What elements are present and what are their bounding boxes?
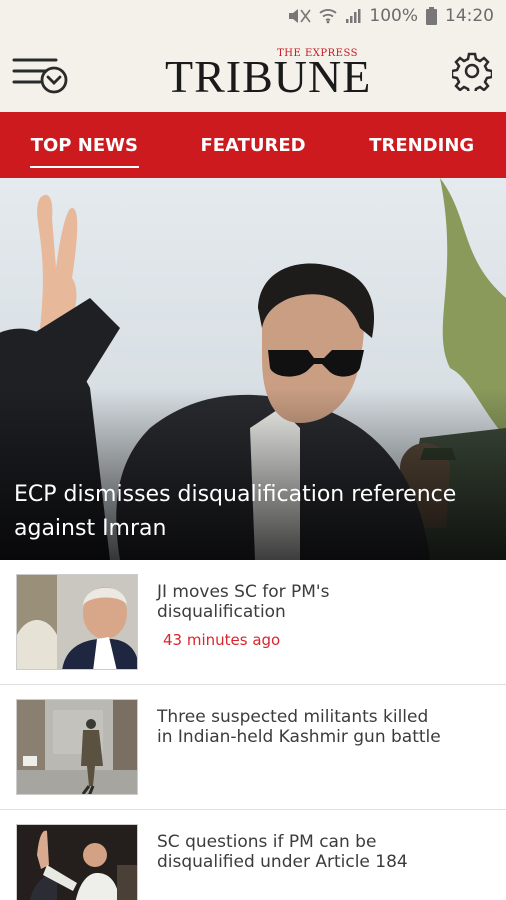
battery-percent: 100%	[369, 6, 418, 26]
hero-story[interactable]: ECP dismisses disqualification reference…	[0, 178, 506, 560]
tab-featured[interactable]: FEATURED	[169, 112, 338, 178]
article-title: SC questions if PM can be disqualified u…	[157, 832, 408, 872]
tab-label: TRENDING	[369, 134, 475, 156]
gear-icon	[450, 52, 494, 96]
tab-bar: TOP NEWS FEATURED TRENDING	[0, 112, 506, 178]
menu-filter-icon	[12, 58, 68, 94]
article-thumbnail	[16, 574, 138, 670]
article-time: 43 minutes ago	[163, 631, 281, 649]
settings-button[interactable]	[450, 51, 494, 96]
mute-icon	[287, 8, 312, 24]
article-thumbnail	[16, 824, 138, 900]
article-thumbnail	[16, 699, 138, 795]
battery-icon	[426, 7, 437, 25]
article-title: Three suspected militants killed in Indi…	[157, 707, 441, 747]
menu-button[interactable]	[12, 54, 70, 94]
status-bar: 100% 14:20	[0, 0, 506, 32]
wifi-icon	[319, 8, 337, 24]
logo-title: TRIBUNE	[165, 51, 372, 102]
tab-label: TOP NEWS	[30, 134, 138, 156]
signal-icon	[345, 8, 361, 24]
tab-trending[interactable]: TRENDING	[337, 112, 506, 178]
tab-top-news[interactable]: TOP NEWS	[0, 112, 169, 178]
article-title: JI moves SC for PM's disqualification	[157, 582, 330, 622]
hero-headline: ECP dismisses disqualification reference…	[14, 482, 457, 541]
app-logo: THE EXPRESS TRIBUNE	[165, 48, 370, 100]
list-item[interactable]: SC questions if PM can be disqualified u…	[0, 810, 506, 900]
list-item[interactable]: Three suspected militants killed in Indi…	[0, 685, 506, 810]
clock: 14:20	[445, 6, 494, 26]
app-bar: THE EXPRESS TRIBUNE	[0, 32, 506, 112]
article-list: JI moves SC for PM's disqualification 43…	[0, 560, 506, 900]
tab-label: FEATURED	[200, 134, 306, 156]
list-item[interactable]: JI moves SC for PM's disqualification 43…	[0, 560, 506, 685]
